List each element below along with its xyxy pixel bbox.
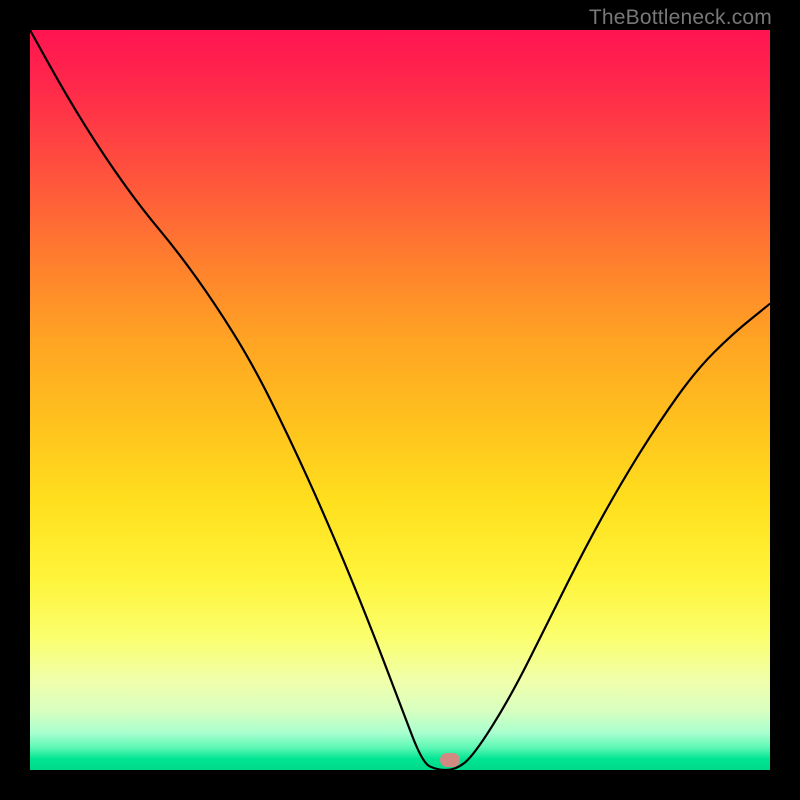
- curve-path: [30, 30, 770, 770]
- plot-area: [30, 30, 770, 770]
- watermark-text: TheBottleneck.com: [589, 6, 772, 30]
- chart-canvas: TheBottleneck.com: [0, 0, 800, 800]
- bottleneck-curve: [30, 30, 770, 770]
- optimal-point-marker: [440, 753, 460, 767]
